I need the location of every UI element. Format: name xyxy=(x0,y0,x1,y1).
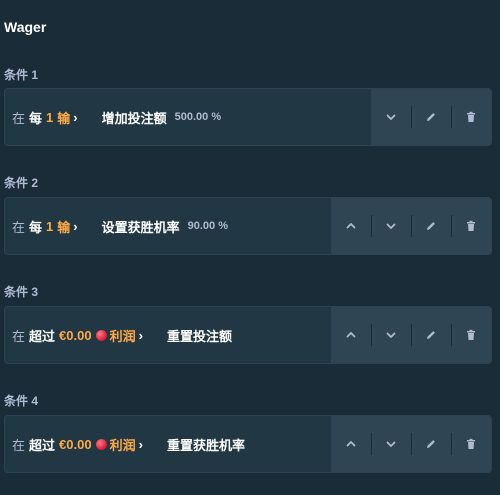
pencil-icon xyxy=(427,331,435,339)
prefix: 在 xyxy=(12,437,26,453)
prefix: 在 xyxy=(12,219,26,235)
event-label: 输 xyxy=(57,219,71,235)
condition-3-card: 在 超过 €0.00 利润 › 重置投注额 xyxy=(4,306,492,364)
edit-button[interactable] xyxy=(411,416,451,472)
prefix: 在 xyxy=(12,328,26,344)
move-down-button[interactable] xyxy=(371,307,411,363)
move-up-button[interactable] xyxy=(331,307,371,363)
chevron-up-icon xyxy=(346,223,356,229)
ruby-icon xyxy=(95,329,107,341)
profit-label: 利润 xyxy=(109,328,136,344)
action-label: 设置获胜机率 xyxy=(101,219,180,235)
chevron-up-icon xyxy=(346,441,356,447)
count-value: 1 xyxy=(46,218,54,234)
every-label: 每 xyxy=(29,219,43,235)
condition-4-summary: 在 超过 €0.00 利润 › 重置获胜机率 xyxy=(5,416,331,472)
chevron-right-icon: › xyxy=(73,109,78,125)
condition-3-buttons xyxy=(331,307,491,363)
prefix: 在 xyxy=(12,110,26,126)
edit-button[interactable] xyxy=(411,89,451,145)
move-down-button[interactable] xyxy=(371,198,411,254)
trash-icon xyxy=(467,111,475,122)
delete-button[interactable] xyxy=(451,416,491,472)
condition-3-summary: 在 超过 €0.00 利润 › 重置投注额 xyxy=(5,307,331,363)
ruby-icon xyxy=(95,438,107,450)
condition-1-label: 条件 1 xyxy=(4,68,39,82)
chevron-down-icon xyxy=(386,114,396,120)
action-value: 90.00 % xyxy=(187,220,229,232)
condition-4-buttons xyxy=(331,416,491,472)
amount-value: €0.00 xyxy=(59,436,92,452)
chevron-down-icon xyxy=(386,223,396,229)
trash-icon xyxy=(467,438,475,449)
amount-value: €0.00 xyxy=(59,327,92,343)
delete-button[interactable] xyxy=(451,89,491,145)
move-up-button[interactable] xyxy=(331,416,371,472)
delete-button[interactable] xyxy=(451,198,491,254)
edit-button[interactable] xyxy=(411,307,451,363)
action-label: 重置投注额 xyxy=(166,328,232,344)
action-value: 500.00 % xyxy=(174,111,222,123)
edit-button[interactable] xyxy=(411,198,451,254)
chevron-up-icon xyxy=(346,332,356,338)
count-value: 1 xyxy=(46,109,54,125)
over-label: 超过 xyxy=(29,328,56,344)
chevron-down-icon xyxy=(386,441,396,447)
condition-2-card: 在 每 1 输 › 设置获胜机率 90.00 % xyxy=(4,197,492,255)
condition-1-buttons xyxy=(371,89,491,145)
condition-4-label: 条件 4 xyxy=(4,394,39,408)
condition-2-summary: 在 每 1 输 › 设置获胜机率 90.00 % xyxy=(5,198,331,254)
pencil-icon xyxy=(427,222,435,230)
chevron-right-icon: › xyxy=(73,218,78,234)
condition-4-card: 在 超过 €0.00 利润 › 重置获胜机率 xyxy=(4,415,492,473)
pencil-icon xyxy=(427,113,435,121)
chevron-right-icon: › xyxy=(138,436,143,452)
condition-2-buttons xyxy=(331,198,491,254)
move-up-button[interactable] xyxy=(331,198,371,254)
every-label: 每 xyxy=(29,110,43,126)
event-label: 输 xyxy=(57,110,71,126)
pencil-icon xyxy=(427,440,435,448)
profit-label: 利润 xyxy=(109,437,136,453)
condition-2-label: 条件 2 xyxy=(4,176,39,190)
move-down-button[interactable] xyxy=(371,89,411,145)
trash-icon xyxy=(467,220,475,231)
chevron-right-icon: › xyxy=(138,327,143,343)
condition-3-label: 条件 3 xyxy=(4,285,39,299)
section-title: Wager xyxy=(4,19,47,35)
move-down-button[interactable] xyxy=(371,416,411,472)
chevron-down-icon xyxy=(386,332,396,338)
action-label: 增加投注额 xyxy=(101,110,167,126)
action-label: 重置获胜机率 xyxy=(166,437,245,453)
condition-1-card: 在 每 1 输 › 增加投注额 500.00 % xyxy=(4,88,492,146)
over-label: 超过 xyxy=(29,437,56,453)
trash-icon xyxy=(467,329,475,340)
delete-button[interactable] xyxy=(451,307,491,363)
condition-1-summary: 在 每 1 输 › 增加投注额 500.00 % xyxy=(5,89,371,145)
